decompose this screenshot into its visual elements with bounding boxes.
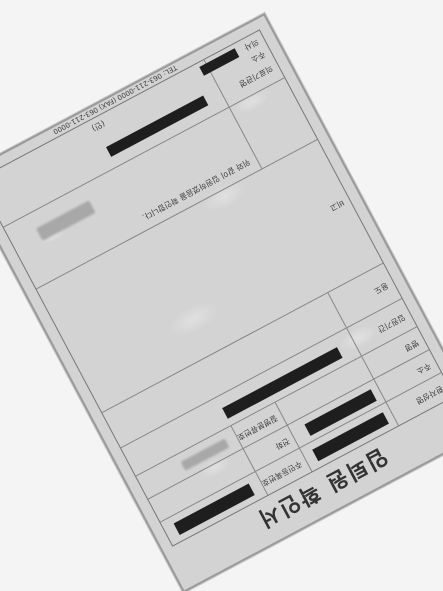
address-label: 주소 xyxy=(415,360,433,376)
hospital-address-label: 주소 xyxy=(249,49,267,65)
doctor-label: 의사 xyxy=(242,36,261,52)
disease-name-label: 병명 xyxy=(402,338,421,353)
blurred-disease-code xyxy=(180,438,230,471)
confirmation-statement: 위와 같이 입원하였음을 확인합니다. xyxy=(140,157,252,222)
patient-name-label: 환자성명 xyxy=(414,383,443,406)
row-divider xyxy=(101,262,384,413)
remarks-label: 비고 xyxy=(328,197,346,213)
admission-period-label: 입원기간 xyxy=(376,312,407,335)
purpose-label: 용도 xyxy=(372,280,390,296)
disease-code-label: 질병분류번호 xyxy=(235,413,279,442)
hospital-name-label: 의료기관명 xyxy=(237,63,275,89)
phone-label: 전화 xyxy=(273,436,292,451)
resident-no-label: 주민등록번호 xyxy=(260,459,304,488)
stamp-label: (인) xyxy=(90,118,107,133)
blurred-stamp xyxy=(36,200,96,241)
